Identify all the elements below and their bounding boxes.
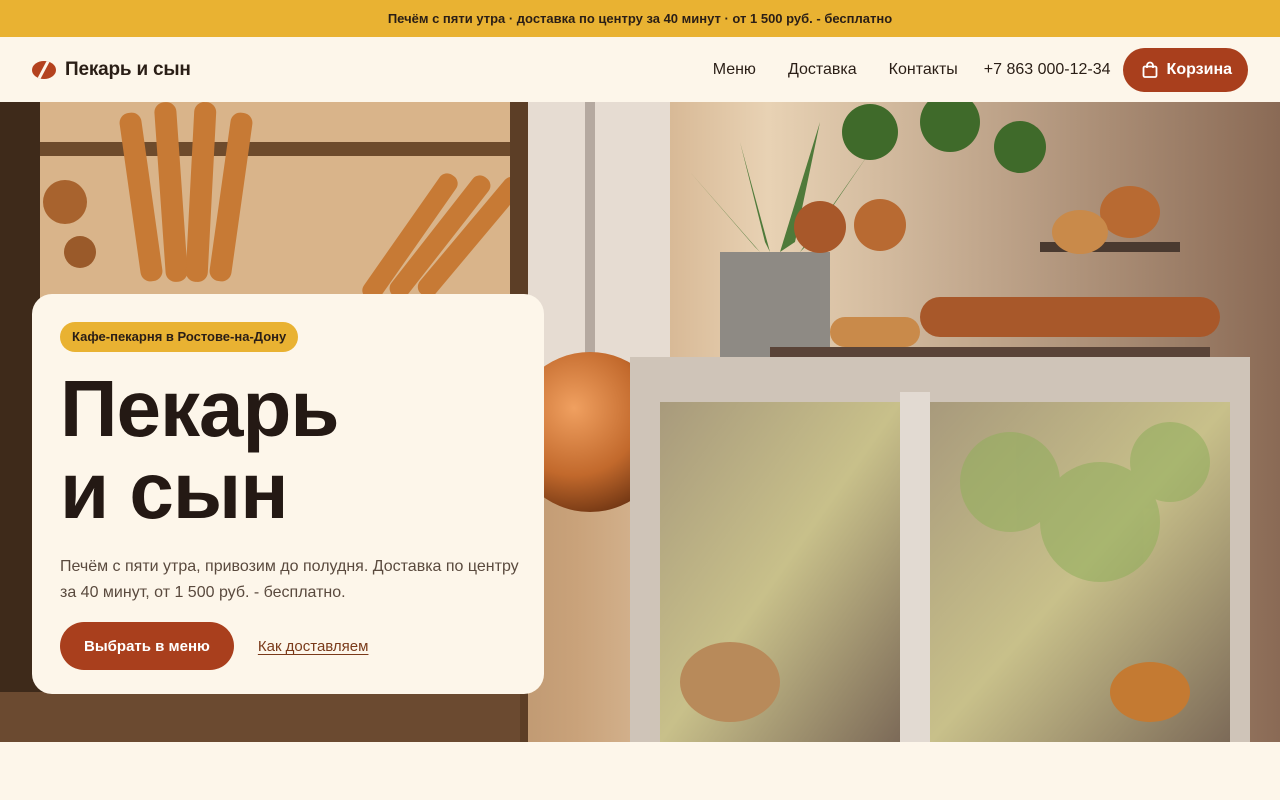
nav-item-menu[interactable]: Меню [713,61,756,79]
hero-actions: Выбрать в меню Как доставляем [60,622,516,670]
phone-link[interactable]: +7 863 000-12-34 [984,61,1111,79]
cart-button[interactable]: Корзина [1122,47,1248,92]
hero-title: Пекарь и сын [60,364,340,535]
hero-description: Печём с пяти утра, привозим до полудня. … [60,558,519,601]
promo-text: Печём с пяти утра · доставка по центру з… [387,11,893,26]
site-header: Пекарь и сын Меню Доставка Контакты +7 8… [0,37,1280,102]
shopping-bag-icon [1142,61,1157,78]
cart-label: Корзина [1166,60,1232,78]
logo-text: Пекарь и сын [65,58,191,80]
choose-menu-button[interactable]: Выбрать в меню [60,622,234,670]
hero-card: Кафе-пекарня в Ростове-на-Дону Пекарь и … [32,294,544,694]
logo-link[interactable]: Пекарь и сын [32,59,191,81]
nav-item-delivery[interactable]: Доставка [788,61,857,79]
nav-item-contacts[interactable]: Контакты [889,61,958,79]
main-nav: Меню Доставка Контакты [713,61,958,79]
hero-section: Кафе-пекарня в Ростове-на-Дону Пекарь и … [0,102,1280,742]
delivery-info-link[interactable]: Как доставляем [258,638,369,655]
location-badge: Кафе-пекарня в Ростове-на-Дону [60,322,299,352]
bread-slice-icon [32,60,56,79]
promo-bar: Печём с пяти утра · доставка по центру з… [0,0,1280,37]
